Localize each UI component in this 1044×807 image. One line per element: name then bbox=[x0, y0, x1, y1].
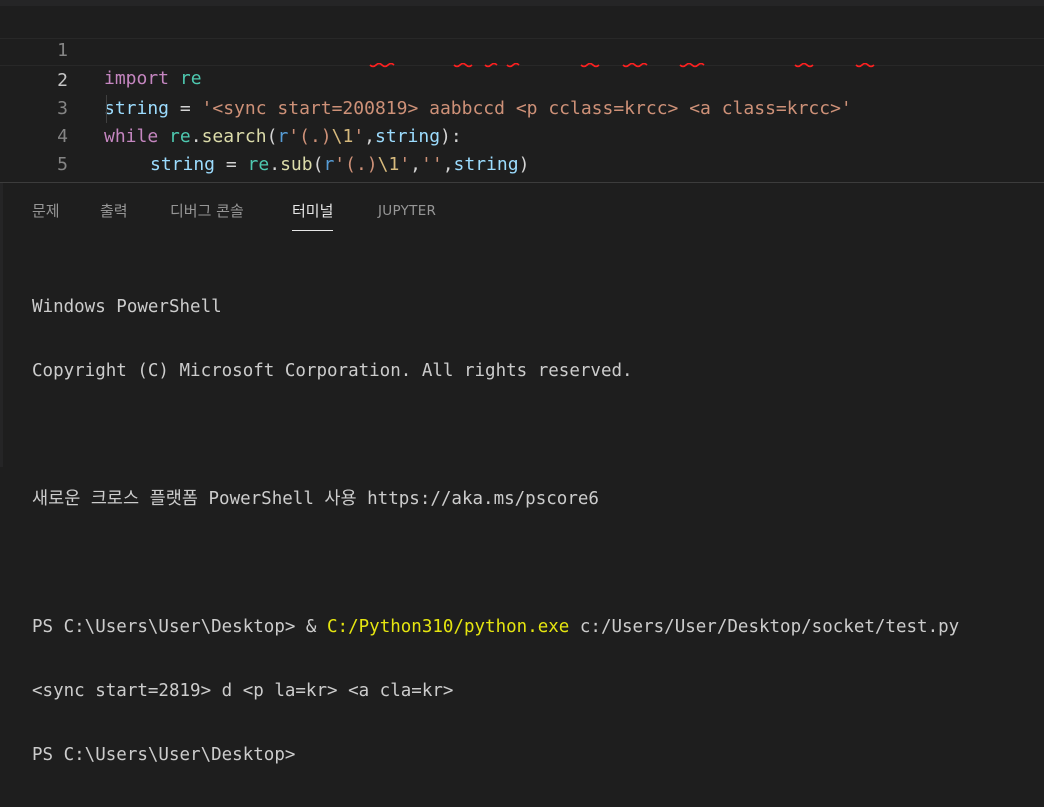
terminal-line: Copyright (C) Microsoft Corporation. All… bbox=[32, 361, 633, 381]
tab-terminal[interactable]: 터미널 bbox=[292, 200, 334, 231]
editor-tab-strip bbox=[0, 0, 1044, 6]
squiggle-underline bbox=[794, 63, 814, 68]
squiggle-underline bbox=[580, 63, 600, 68]
spell-check-squiggles bbox=[369, 63, 875, 68]
code-line-6[interactable]: 6 bbox=[0, 152, 1044, 180]
code-line-1[interactable]: 1 import re bbox=[0, 9, 1044, 89]
squiggle-underline bbox=[855, 63, 875, 68]
bottom-panel: 문제 출력 디버그 콘솔 터미널 JUPYTER Windows PowerSh… bbox=[0, 183, 1044, 765]
squiggle-underline bbox=[369, 63, 395, 68]
terminal-prompt: PS C:\Users\User\Desktop> & bbox=[32, 617, 328, 637]
code-line-2[interactable]: 2 string = '<sync start=200819> aabbccd … bbox=[0, 38, 1044, 119]
code-editor[interactable]: 1 import re 2 string = '<sync start=2008… bbox=[0, 0, 1044, 182]
tab-output[interactable]: 출력 bbox=[100, 200, 128, 230]
squiggle-underline bbox=[453, 63, 473, 68]
terminal-executable: C:/Python310/python.exe bbox=[327, 617, 570, 637]
squiggle-underline bbox=[679, 63, 705, 68]
squiggle-underline bbox=[506, 63, 520, 68]
terminal-line: Windows PowerShell bbox=[32, 297, 222, 317]
terminal-command-line: PS C:\Users\User\Desktop> & C:/Python310… bbox=[32, 615, 1032, 639]
panel-left-edge bbox=[0, 183, 3, 467]
tab-problems[interactable]: 문제 bbox=[32, 200, 60, 230]
squiggle-underline bbox=[622, 63, 648, 68]
tab-jupyter[interactable]: JUPYTER bbox=[378, 200, 436, 230]
code-line-4[interactable]: 4 string = re.sub(r'(.)\1','',string) bbox=[0, 95, 1044, 175]
tab-debug-console[interactable]: 디버그 콘솔 bbox=[170, 200, 244, 230]
panel-tabs: 문제 출력 디버그 콘솔 터미널 JUPYTER bbox=[0, 183, 1044, 235]
code-line-3[interactable]: 3 while re.search(r'(.)\1',string): bbox=[0, 67, 1044, 147]
terminal-prompt[interactable]: PS C:\Users\User\Desktop> bbox=[32, 743, 1032, 767]
terminal-line: 새로운 크로스 플랫폼 PowerShell 사용 https://aka.ms… bbox=[32, 489, 599, 509]
terminal-output[interactable]: Windows PowerShell Copyright (C) Microso… bbox=[32, 255, 1032, 807]
code-line-5[interactable]: 5 print(string) bbox=[0, 123, 1044, 175]
terminal-program-output: <sync start=2819> d <p la=kr> <a cla=kr> bbox=[32, 681, 454, 701]
terminal-argument: c:/Users/User/Desktop/socket/test.py bbox=[569, 617, 960, 637]
squiggle-underline bbox=[484, 63, 498, 68]
